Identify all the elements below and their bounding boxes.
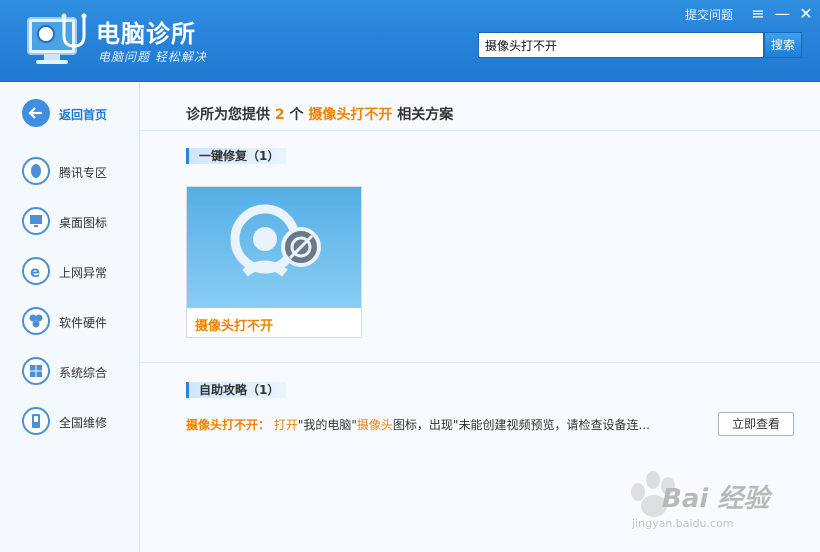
sidebar: 返回首页 腾讯专区 桌面图标 e 上网异常 软件硬件 系统综合 全国维修 xyxy=(0,82,140,552)
summary-prefix: 诊所为您提供 xyxy=(186,107,270,123)
app-slogan: 电脑问题 轻松解决 xyxy=(98,50,207,64)
ie-browser-icon: e xyxy=(22,257,50,285)
back-arrow-icon xyxy=(22,99,50,127)
windows-icon xyxy=(22,357,50,385)
app-title: 电脑诊所 xyxy=(96,20,196,48)
hardware-icon xyxy=(22,307,50,335)
guide-item-snippet: 打开"我的电脑"摄像头图标，出现"未能创建视频预览，请检查设备连... xyxy=(274,418,650,432)
result-summary: 诊所为您提供 2 个 摄像头打不开 相关方案 xyxy=(186,104,453,124)
watermark-url: jingyan.baidu.com xyxy=(632,517,734,530)
summary-count: 2 xyxy=(274,107,285,123)
watermark-brand: Bai 经验 xyxy=(662,484,770,514)
snippet-part: 图标，出现"未能创建视频预览，请检查设备连... xyxy=(392,418,650,432)
app-logo-icon xyxy=(27,13,87,64)
self-help-guide-tag: 自助攻略（1） xyxy=(186,382,286,398)
sidebar-item-network[interactable]: e 上网异常 xyxy=(0,252,139,292)
fix-card-title: 摄像头打不开 xyxy=(195,319,274,334)
summary-keyword: 摄像头打不开 xyxy=(308,107,393,123)
search-button[interactable]: 搜索 xyxy=(764,32,802,58)
divider xyxy=(140,130,820,131)
guide-item-title: 摄像头打不开： xyxy=(186,418,271,432)
snippet-part: "我的电脑" xyxy=(297,418,357,432)
webcam-disabled-icon xyxy=(187,187,361,308)
sidebar-item-label: 返回首页 xyxy=(59,108,108,122)
sidebar-item-hardware[interactable]: 软件硬件 xyxy=(0,302,139,342)
sidebar-item-label: 上网异常 xyxy=(59,266,108,280)
sidebar-item-desktop-icons[interactable]: 桌面图标 xyxy=(0,202,139,242)
search-box xyxy=(478,32,764,58)
guide-item[interactable]: 摄像头打不开： 打开"我的电脑"摄像头图标，出现"未能创建视频预览，请检查设备连… xyxy=(186,416,796,434)
sidebar-item-label: 桌面图标 xyxy=(59,216,108,230)
menu-icon[interactable]: ≡ xyxy=(748,4,768,24)
view-now-button[interactable]: 立即查看 xyxy=(718,412,794,436)
sidebar-item-repair[interactable]: 全国维修 xyxy=(0,402,139,442)
sidebar-item-label: 系统综合 xyxy=(59,366,108,380)
summary-unit: 个 xyxy=(289,107,304,123)
title-bar: 电脑诊所 电脑问题 轻松解决 提交问题 ≡ — ✕ 搜索 xyxy=(0,0,820,82)
minimize-icon[interactable]: — xyxy=(772,4,792,24)
divider xyxy=(140,362,820,363)
sidebar-item-label: 全国维修 xyxy=(59,416,108,430)
snippet-part: 打开 xyxy=(273,418,298,432)
search-input[interactable] xyxy=(485,37,755,53)
phone-icon xyxy=(22,407,50,435)
qq-penguin-icon xyxy=(22,157,50,185)
close-icon[interactable]: ✕ xyxy=(796,4,816,24)
summary-suffix: 相关方案 xyxy=(397,107,454,123)
sidebar-item-home[interactable]: 返回首页 xyxy=(0,94,139,134)
one-click-fix-tag: 一键修复（1） xyxy=(186,148,286,164)
sidebar-item-tencent[interactable]: 腾讯专区 xyxy=(0,152,139,192)
svg-text:e: e xyxy=(30,263,40,279)
fix-card[interactable]: 摄像头打不开 xyxy=(186,186,362,338)
sidebar-item-label: 软件硬件 xyxy=(59,316,108,330)
monitor-icon xyxy=(22,207,50,235)
submit-question-link[interactable]: 提交问题 xyxy=(685,6,733,23)
sidebar-item-system[interactable]: 系统综合 xyxy=(0,352,139,392)
sidebar-item-label: 腾讯专区 xyxy=(59,166,108,180)
snippet-part: 摄像头 xyxy=(356,418,393,432)
